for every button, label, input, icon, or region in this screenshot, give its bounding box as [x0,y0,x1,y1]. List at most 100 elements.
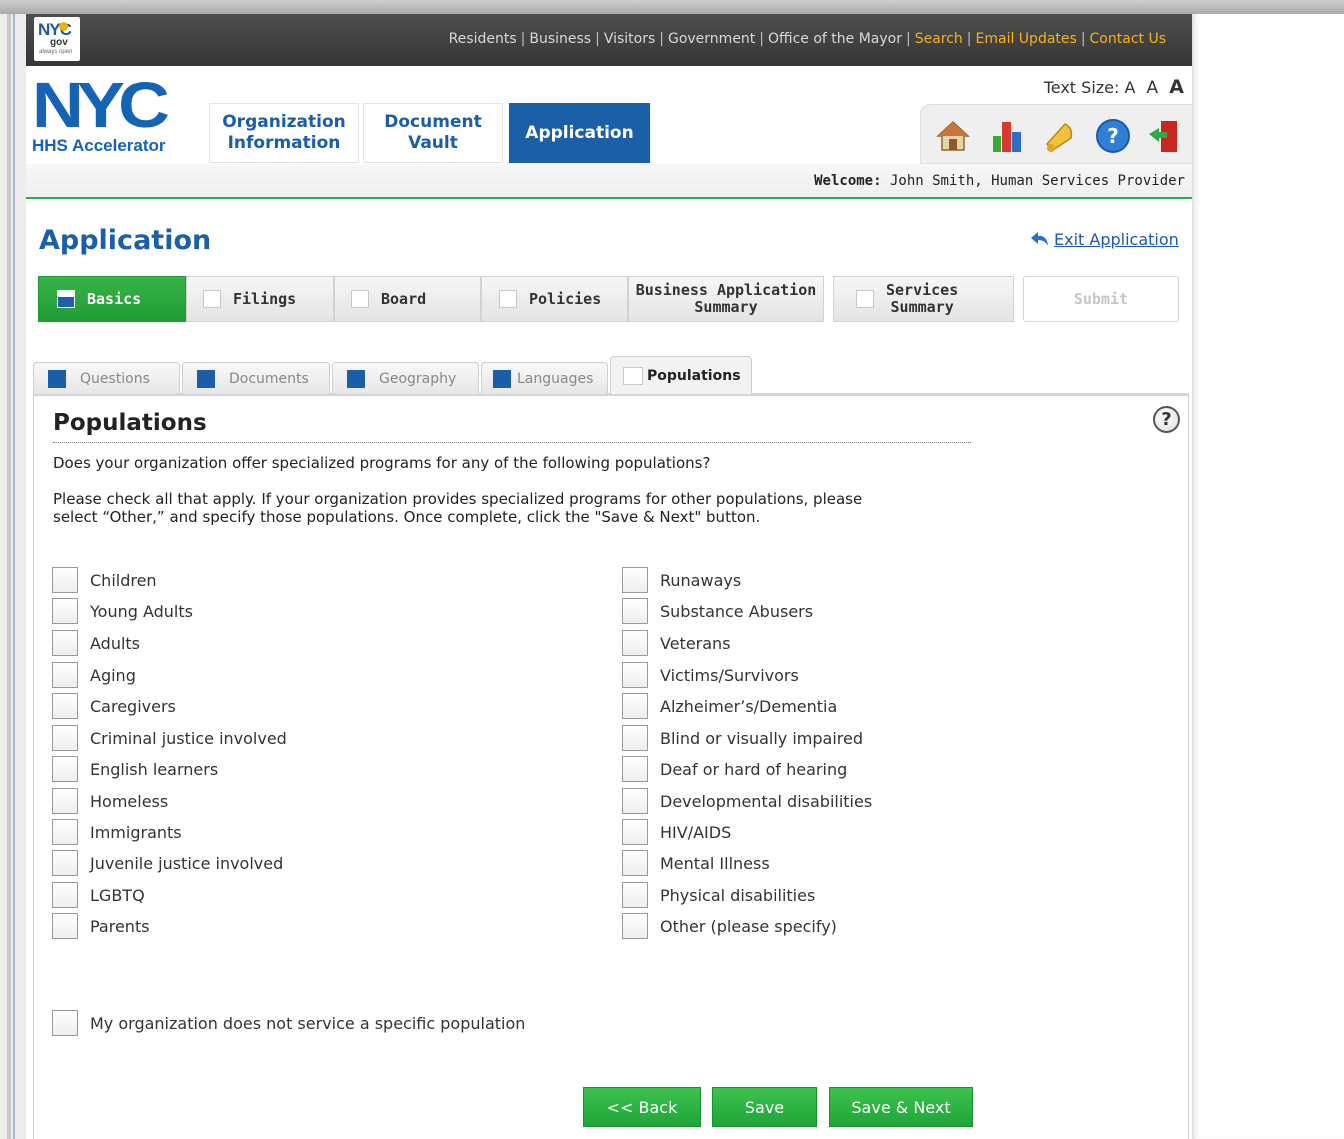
checkbox-box[interactable] [52,598,78,624]
population-checkbox-blind-or-visually-impaired[interactable]: Blind or visually impaired [622,724,863,752]
subtab-questions[interactable]: Questions [33,362,180,394]
checkbox-box[interactable] [622,788,648,814]
back-button[interactable]: << Back [583,1087,701,1127]
tab-organization-information[interactable]: Organization Information [209,103,359,163]
checkbox-box[interactable] [52,913,78,939]
population-checkbox-juvenile-justice-involved[interactable]: Juvenile justice involved [52,849,283,877]
checkbox-box[interactable] [52,788,78,814]
top-link-office-of-the-mayor[interactable]: Office of the Mayor [768,31,902,47]
checkbox-label: Alzheimer’s/Dementia [660,696,838,716]
population-checkbox-homeless[interactable]: Homeless [52,787,168,815]
nyc-logo[interactable]: NYC [32,73,170,137]
checkbox-box[interactable] [622,693,648,719]
complete-status-icon [197,369,215,388]
checkbox-box[interactable] [622,882,648,908]
population-checkbox-alzheimer-s-dementia[interactable]: Alzheimer’s/Dementia [622,692,837,720]
checkbox-box[interactable] [622,662,648,688]
top-link-search[interactable]: Search [915,31,963,47]
link-separator: | [595,31,600,47]
top-link-government[interactable]: Government [668,31,755,47]
step-basics[interactable]: Basics [38,276,186,322]
save-and-next-button[interactable]: Save & Next [829,1087,973,1127]
checkbox-box[interactable] [52,630,78,656]
population-checkbox-young-adults[interactable]: Young Adults [52,597,193,625]
nyc-top-navigation: NYC gov always open Residents | Business | V… [26,14,1192,66]
subtab-documents[interactable]: Documents [182,362,330,394]
save-button[interactable]: Save [712,1087,817,1127]
checkbox-box[interactable] [52,756,78,782]
step-services-summary[interactable]: Services Summary [833,276,1014,322]
help-icon[interactable]: ? [1095,118,1131,154]
window-left-border [0,14,26,1139]
population-checkbox-parents[interactable]: Parents [52,912,150,940]
top-link-contact-us[interactable]: Contact Us [1090,31,1166,47]
checkbox-label: Children [90,570,157,590]
population-checkbox-children[interactable]: Children [52,566,157,594]
text-size-medium[interactable]: A [1147,78,1159,98]
checkbox-box[interactable] [52,725,78,751]
text-size-small[interactable]: A [1125,78,1136,97]
population-checkbox-physical-disabilities[interactable]: Physical disabilities [622,881,815,909]
checkbox-box[interactable] [622,756,648,782]
population-checkbox-adults[interactable]: Adults [52,629,140,657]
checkbox-label: Aging [90,665,136,685]
checkbox-box[interactable] [52,662,78,688]
population-checkbox-english-learners[interactable]: English learners [52,755,218,783]
checkbox-box[interactable] [52,882,78,908]
checkbox-box[interactable] [622,630,648,656]
step-business-application-summary[interactable]: Business Application Summary [628,276,824,322]
population-checkbox-criminal-justice-involved[interactable]: Criminal justice involved [52,724,287,752]
complete-status-icon [493,369,511,388]
population-checkbox-lgbtq[interactable]: LGBTQ [52,881,145,909]
checkbox-box[interactable] [52,567,78,593]
checkbox-box[interactable] [52,850,78,876]
subtab-geography[interactable]: Geography [332,362,479,394]
top-link-visitors[interactable]: Visitors [604,31,655,47]
checkbox-box[interactable] [622,598,648,624]
population-checkbox-hiv-aids[interactable]: HIV/AIDS [622,818,731,846]
population-checkbox-caregivers[interactable]: Caregivers [52,692,176,720]
no-specific-population-checkbox[interactable]: My organization does not service a speci… [52,1009,525,1037]
home-icon[interactable] [935,118,971,154]
checkbox-box[interactable] [52,693,78,719]
help-question-icon[interactable]: ? [1153,406,1180,433]
top-link-residents[interactable]: Residents [449,31,517,47]
population-checkbox-immigrants[interactable]: Immigrants [52,818,182,846]
top-link-business[interactable]: Business [529,31,591,47]
checkbox-box[interactable] [622,819,648,845]
population-checkbox-aging[interactable]: Aging [52,661,136,689]
step-board[interactable]: Board [334,276,481,322]
population-checkbox-substance-abusers[interactable]: Substance Abusers [622,597,813,625]
population-checkbox-deaf-or-hard-of-hearing[interactable]: Deaf or hard of hearing [622,755,847,783]
tab-application[interactable]: Application [509,103,650,163]
text-size-control: Text Size: A A A [1043,76,1184,98]
population-checkbox-developmental-disabilities[interactable]: Developmental disabilities [622,787,872,815]
checkbox-box[interactable] [622,725,648,751]
window-right-blank-area [1192,14,1344,1139]
checkbox-box[interactable] [622,913,648,939]
tab-document-vault[interactable]: Document Vault [363,103,503,163]
subtab-languages[interactable]: Languages [481,362,608,394]
population-checkbox-victims-survivors[interactable]: Victims/Survivors [622,661,799,689]
subtab-populations[interactable]: Populations [610,356,752,394]
checkbox-box[interactable] [52,1010,78,1036]
population-checkbox-other-please-specify[interactable]: Other (please specify) [622,912,837,940]
reports-chart-icon[interactable] [989,118,1025,154]
step-filings[interactable]: Filings [186,276,334,322]
window-top-border [0,0,1344,14]
population-checkbox-mental-illness[interactable]: Mental Illness [622,849,770,877]
text-size-large[interactable]: A [1169,76,1184,98]
exit-application-link[interactable]: Exit Application [1030,230,1179,249]
notifications-bell-icon[interactable] [1041,118,1077,154]
step-policies[interactable]: Policies [481,276,628,322]
population-checkbox-veterans[interactable]: Veterans [622,629,731,657]
checkbox-box[interactable] [622,850,648,876]
population-checkbox-runaways[interactable]: Runaways [622,566,741,594]
logout-door-icon[interactable] [1147,118,1183,154]
top-link-email-updates[interactable]: Email Updates [976,31,1077,47]
nyc-gov-logo[interactable]: NYC gov always open [34,17,80,61]
checkbox-label: Deaf or hard of hearing [660,759,848,779]
checkbox-box[interactable] [52,819,78,845]
checkbox-box[interactable] [622,567,648,593]
title-divider [53,442,971,443]
